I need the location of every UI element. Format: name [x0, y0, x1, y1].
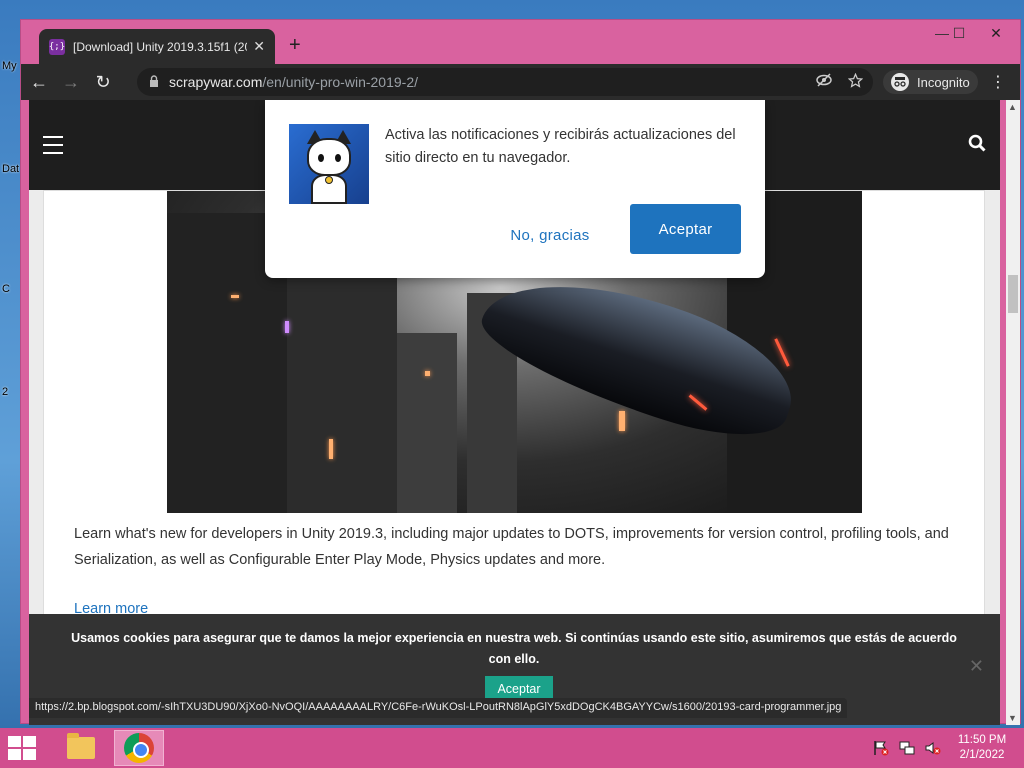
- maximize-button[interactable]: ☐: [941, 22, 977, 44]
- incognito-icon: [891, 73, 909, 91]
- tracking-blocked-eye-icon[interactable]: [816, 73, 832, 91]
- file-explorer-button[interactable]: [56, 730, 106, 766]
- chrome-icon: [124, 733, 154, 763]
- desktop-icon-label-my[interactable]: My: [2, 60, 17, 72]
- scroll-up-arrow-icon[interactable]: ▲: [1008, 102, 1017, 112]
- desktop-icon-label-c[interactable]: C: [2, 283, 10, 295]
- clock-time: 11:50 PM: [957, 734, 1007, 746]
- reload-button[interactable]: ↻: [89, 68, 117, 96]
- cookie-close-icon[interactable]: ✕: [969, 656, 984, 677]
- tab-favicon-icon: {;}: [49, 38, 65, 55]
- browser-toolbar: ← → ↻ scrapywar.com/en/unity-pro-win-201…: [21, 64, 1020, 100]
- network-icon[interactable]: [899, 740, 915, 759]
- incognito-label: Incognito: [917, 74, 970, 90]
- url-host: scrapywar.com: [169, 74, 263, 90]
- article-paragraph: Learn what's new for developers in Unity…: [74, 526, 949, 568]
- volume-muted-icon[interactable]: [925, 740, 941, 759]
- scroll-down-arrow-icon[interactable]: ▼: [1008, 713, 1017, 723]
- clock-date: 2/1/2022: [959, 749, 1005, 761]
- chrome-taskbar-button[interactable]: [114, 730, 164, 766]
- taskbar: 11:50 PM 2/1/2022: [0, 728, 1024, 768]
- taskbar-clock[interactable]: 11:50 PM 2/1/2022: [952, 733, 1012, 763]
- browser-tab[interactable]: {;} [Download] Unity 2019.3.15f1 (20 ✕: [39, 29, 275, 64]
- system-tray: [873, 740, 941, 759]
- forward-button[interactable]: →: [57, 68, 85, 96]
- address-bar[interactable]: scrapywar.com/en/unity-pro-win-2019-2/: [137, 68, 873, 96]
- lock-icon[interactable]: [149, 74, 159, 90]
- tab-title: [Download] Unity 2019.3.15f1 (20: [73, 39, 248, 54]
- url-path: /en/unity-pro-win-2019-2/: [262, 74, 418, 90]
- desktop-icon-label-2[interactable]: 2: [2, 386, 8, 398]
- folder-icon: [67, 733, 95, 759]
- incognito-indicator[interactable]: Incognito: [883, 70, 978, 94]
- status-bar-url: https://2.bp.blogspot.com/-sIhTXU3DU90/X…: [29, 698, 848, 718]
- hamburger-menu-icon[interactable]: [43, 136, 63, 160]
- page-viewport: Learn what's new for developers in Unity…: [29, 100, 1000, 725]
- tab-close-icon[interactable]: ✕: [253, 38, 265, 55]
- scroll-thumb[interactable]: [1008, 275, 1018, 313]
- accept-notifications-button[interactable]: Aceptar: [630, 204, 741, 254]
- browser-window: {;} [Download] Unity 2019.3.15f1 (20 ✕ +…: [20, 19, 1021, 725]
- bookmark-star-icon[interactable]: [847, 72, 864, 91]
- back-button[interactable]: ←: [25, 68, 53, 96]
- site-search-icon[interactable]: [968, 134, 986, 157]
- browser-menu-icon[interactable]: ⋮: [990, 72, 1006, 92]
- page-scrollbar[interactable]: ▲ ▼: [1006, 100, 1020, 725]
- lucky-cat-logo: [289, 124, 369, 204]
- desktop-icon-label-dat[interactable]: Dat: [2, 163, 19, 175]
- notification-message: Activa las notificaciones y recibirás ac…: [385, 127, 736, 166]
- start-button[interactable]: [8, 736, 38, 760]
- notification-prompt: Activa las notificaciones y recibirás ac…: [265, 100, 765, 278]
- close-window-button[interactable]: ✕: [978, 22, 1014, 44]
- new-tab-button[interactable]: +: [289, 34, 301, 57]
- title-bar: {;} [Download] Unity 2019.3.15f1 (20 ✕ +…: [21, 20, 1020, 64]
- action-center-flag-icon[interactable]: [873, 740, 889, 759]
- decline-notifications-button[interactable]: No, gracias: [495, 218, 605, 252]
- cookie-message: Usamos cookies para asegurar que te damo…: [71, 631, 957, 666]
